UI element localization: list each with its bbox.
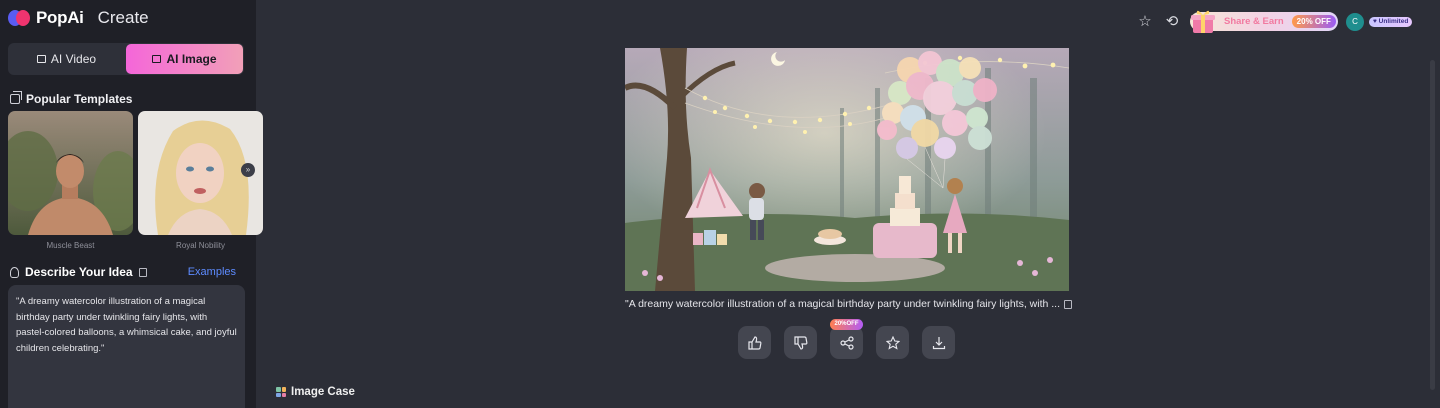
page-scrollbar[interactable] [1430, 60, 1435, 390]
star-icon [885, 335, 900, 350]
result-caption: "A dreamy watercolor illustration of a m… [625, 298, 1075, 310]
share-earn-label: Share & Earn [1224, 16, 1284, 27]
dislike-button[interactable] [784, 326, 817, 359]
templates-carousel: Muscle Beast Royal Nobility » [8, 111, 263, 256]
describe-header: Describe Your Idea Examples [10, 265, 236, 279]
templates-icon [10, 91, 22, 104]
prompt-textarea[interactable]: "A dreamy watercolor illustration of a m… [8, 285, 245, 408]
image-icon [152, 55, 162, 63]
ai-image-tab[interactable]: AI Image [126, 44, 243, 74]
ai-video-tab[interactable]: AI Video [8, 43, 125, 75]
popular-templates-title: Popular Templates [26, 92, 133, 106]
video-icon [36, 55, 46, 63]
plan-badge[interactable]: ♥ Unlimited [1369, 17, 1413, 27]
describe-title: Describe Your Idea [25, 265, 133, 279]
carousel-next-icon[interactable]: » [241, 163, 255, 177]
template-card-royal-nobility[interactable]: Royal Nobility [138, 111, 263, 250]
examples-link[interactable]: Examples [188, 266, 236, 278]
ai-image-label: AI Image [166, 52, 217, 66]
thumbs-down-icon [793, 335, 807, 350]
brand-name: PopAi [36, 8, 84, 27]
lightbulb-icon [10, 266, 19, 278]
image-case-title: Image Case [291, 386, 355, 398]
copy-icon[interactable] [138, 267, 147, 277]
brand-section: Create [97, 8, 149, 27]
download-icon [932, 336, 945, 349]
share-icon [839, 335, 854, 350]
thumbs-up-icon [747, 335, 761, 350]
template-card-muscle-beast[interactable]: Muscle Beast [8, 111, 133, 250]
popai-logo-icon [8, 9, 30, 27]
sidebar: PopAi Create AI Video AI Image Popular T… [0, 0, 263, 408]
mode-switch: AI Video AI Image [8, 43, 244, 75]
template-caption: Muscle Beast [46, 241, 95, 250]
plan-badge-label: Unlimited [1378, 18, 1409, 25]
template-thumbnail [8, 111, 133, 235]
describe-title-group: Describe Your Idea [10, 265, 147, 279]
brand[interactable]: PopAi Create [8, 8, 149, 28]
generated-image[interactable] [625, 48, 1069, 291]
popular-templates-heading: Popular Templates [10, 91, 133, 106]
share-discount-badge: 20% OFF [1291, 15, 1336, 28]
image-case-heading: Image Case [276, 386, 355, 398]
template-caption: Royal Nobility [176, 241, 225, 250]
copy-caption-icon[interactable] [1064, 299, 1072, 309]
image-case-icon [276, 387, 286, 397]
download-button[interactable] [922, 326, 955, 359]
history-icon[interactable]: ⟲ [1164, 14, 1180, 30]
share-button[interactable]: 20%OFF [830, 319, 863, 359]
share-discount-badge: 20%OFF [830, 319, 863, 330]
result-caption-text: "A dreamy watercolor illustration of a m… [625, 298, 1060, 310]
user-avatar[interactable]: C [1346, 13, 1364, 31]
gift-icon [1190, 7, 1216, 35]
like-button[interactable] [738, 326, 771, 359]
star-icon[interactable]: ☆ [1137, 14, 1153, 30]
ai-video-label: AI Video [50, 52, 97, 66]
favorite-button[interactable] [876, 326, 909, 359]
